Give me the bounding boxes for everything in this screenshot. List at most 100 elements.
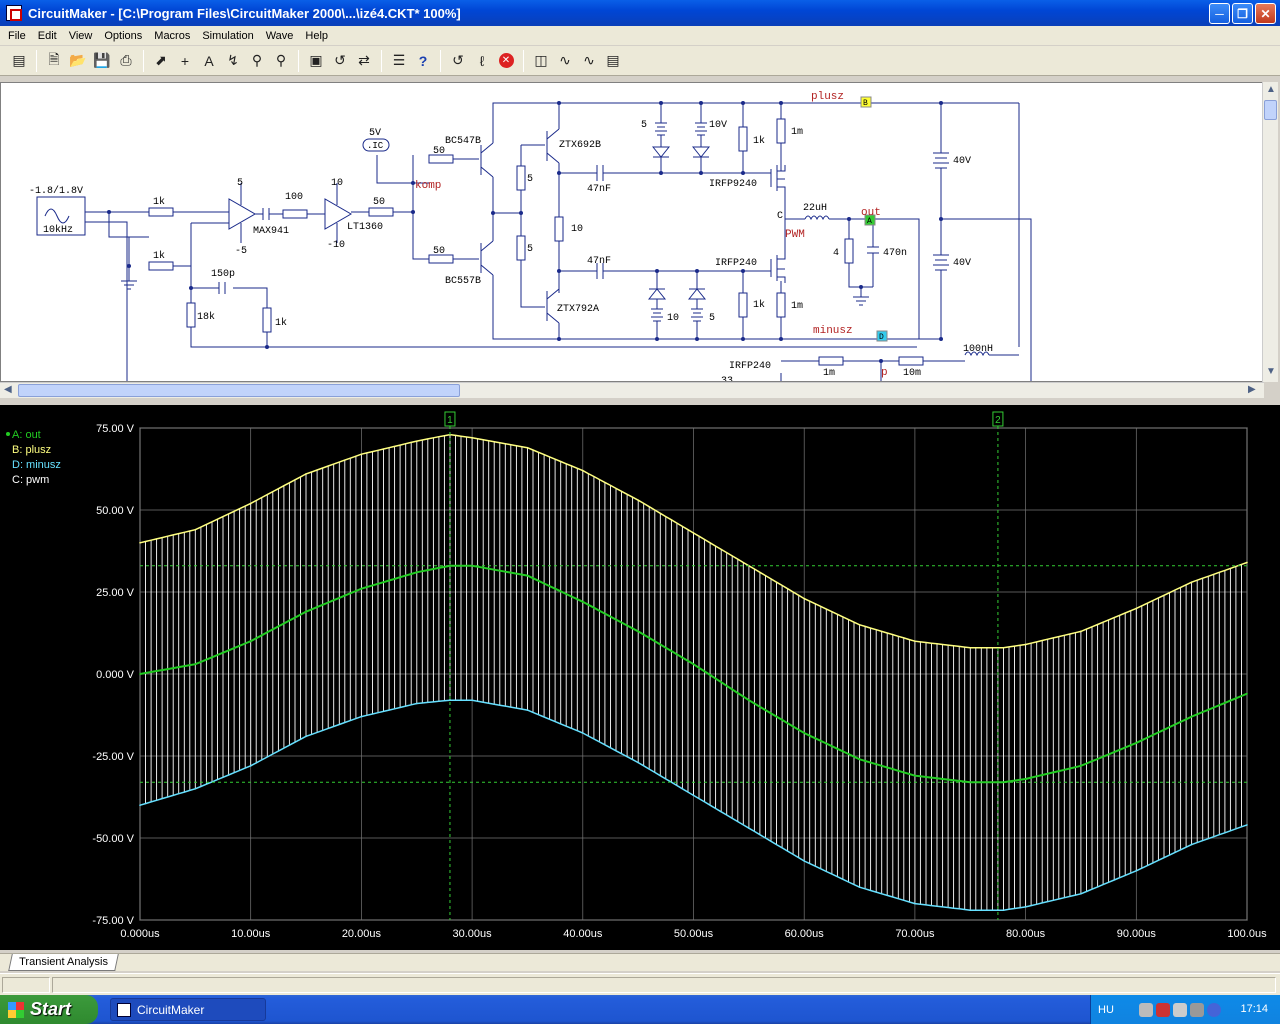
svg-text:1k: 1k — [753, 299, 765, 311]
waveform-plot: A: outB: pluszD: minuszC: pwm 0.000us 10.… — [6, 411, 1267, 940]
app-icon[interactable] — [6, 5, 22, 21]
schematic-vscroll[interactable]: ▲ ▼ — [1262, 82, 1278, 382]
scope-icon[interactable]: ▤ — [602, 50, 624, 72]
zoom-fit-icon[interactable]: ▣ — [305, 50, 327, 72]
svg-text:IRFP240: IRFP240 — [715, 258, 757, 269]
svg-text:C: C — [777, 211, 783, 222]
svg-text:40V: 40V — [953, 156, 971, 167]
series-point — [249, 502, 252, 505]
rotate-icon[interactable]: ↺ — [329, 50, 351, 72]
svg-text:plusz: plusz — [811, 91, 844, 103]
series-point — [1080, 892, 1082, 895]
legend-entry[interactable]: A: out — [12, 429, 41, 441]
svg-text:BC557B: BC557B — [445, 276, 481, 287]
tray-volume-icon[interactable] — [1173, 1002, 1187, 1017]
mirror-icon[interactable]: ⇄ — [353, 50, 375, 72]
new-icon[interactable]: 🗎 — [43, 50, 65, 72]
minimize-button[interactable]: ─ — [1209, 3, 1230, 24]
series-point — [305, 735, 307, 738]
tray-bluetooth-icon[interactable] — [1207, 1002, 1221, 1017]
print-icon[interactable]: ⎙ — [115, 50, 137, 72]
legend-entry[interactable]: D: minusz — [12, 459, 61, 471]
reset-icon[interactable]: ↺ — [447, 50, 469, 72]
start-button[interactable]: Start — [0, 995, 98, 1024]
menu-help[interactable]: Help — [299, 30, 334, 42]
save-icon[interactable]: 💾 — [91, 50, 113, 72]
menu-macros[interactable]: Macros — [148, 30, 196, 42]
zoom-icon[interactable]: ⚲ — [270, 50, 292, 72]
cursor-1-label: 1 — [447, 415, 453, 426]
waveform-icon[interactable]: ∿ — [554, 50, 576, 72]
series-point — [1135, 742, 1138, 744]
tray-device-icon[interactable] — [1190, 1002, 1204, 1017]
series-point — [803, 860, 805, 862]
tab-transient-analysis[interactable]: Transient Analysis — [8, 954, 119, 971]
netlist-icon[interactable]: ☰ — [388, 50, 410, 72]
system-tray: 17:14 — [1090, 995, 1280, 1024]
series-point — [415, 440, 418, 442]
y-tick-label: 0.000 V — [96, 669, 135, 681]
schematic-hscroll[interactable]: ◀ ▶ — [0, 382, 1264, 398]
text-icon[interactable]: A — [198, 50, 220, 72]
scroll-down-icon[interactable]: ▼ — [1266, 366, 1276, 377]
menu-simulation[interactable]: Simulation — [196, 30, 259, 42]
svg-text:LT1360: LT1360 — [347, 222, 383, 233]
vscroll-thumb[interactable] — [1264, 100, 1277, 120]
tray-shield-icon[interactable] — [1156, 1002, 1170, 1017]
language-indicator[interactable]: HU — [1098, 1004, 1114, 1016]
series-point — [748, 827, 750, 829]
restore-button[interactable]: ❐ — [1232, 3, 1253, 24]
svg-text:50: 50 — [433, 146, 445, 157]
step-icon[interactable]: ℓ — [471, 50, 493, 72]
menu-wave[interactable]: Wave — [260, 30, 300, 42]
x-tick-label: 40.00us — [563, 928, 603, 940]
scroll-up-icon[interactable]: ▲ — [1266, 84, 1276, 95]
series-point — [526, 709, 529, 711]
menu-file[interactable]: File — [2, 30, 32, 42]
svg-text:B: B — [863, 99, 868, 108]
scroll-left-icon[interactable]: ◀ — [4, 384, 12, 395]
series-point — [139, 673, 141, 675]
hscroll-thumb[interactable] — [18, 384, 460, 397]
svg-text:1m: 1m — [791, 301, 803, 312]
waveform2-icon[interactable]: ∿ — [578, 50, 600, 72]
schematic-canvas[interactable]: B A D -1.8/1.8V 10kHz 1k 1k 150p 18k 1k … — [0, 82, 1264, 382]
parts-icon[interactable]: ▤ — [8, 50, 30, 72]
stop-icon[interactable]: ✕ — [495, 50, 517, 72]
y-tick-label: -50.00 V — [92, 833, 134, 845]
menu-options[interactable]: Options — [98, 30, 148, 42]
series-point — [1002, 646, 1005, 649]
series-point — [1080, 630, 1082, 633]
window-title: CircuitMaker - [C:\Program Files\Circuit… — [28, 5, 461, 21]
probe-icon[interactable]: ⚲ — [246, 50, 268, 72]
svg-text:ZTX792A: ZTX792A — [557, 304, 599, 315]
active-trace-dot — [6, 432, 10, 436]
tray-network-icon[interactable] — [1139, 1002, 1153, 1017]
pointer-icon[interactable]: ⬈ — [150, 50, 172, 72]
taskbar: Start CircuitMaker 17:14 — [0, 995, 1280, 1024]
open-icon[interactable]: 📂 — [67, 50, 89, 72]
legend-entry[interactable]: C: pwm — [12, 474, 49, 486]
svg-text:minusz: minusz — [813, 325, 853, 337]
svg-text:10m: 10m — [903, 368, 921, 379]
series-point — [858, 624, 861, 626]
taskbar-item-circuitmaker[interactable]: CircuitMaker — [110, 998, 266, 1021]
wire-icon[interactable]: + — [174, 50, 196, 72]
lightning-icon[interactable]: ↯ — [222, 50, 244, 72]
scroll-right-icon[interactable]: ▶ — [1248, 384, 1256, 395]
menu-view[interactable]: View — [63, 30, 99, 42]
svg-text:p: p — [881, 367, 888, 379]
waveform-window[interactable]: A: out B: plusz D: minusz C: pwm 0.000us 10.… — [0, 405, 1280, 950]
analysis-icon[interactable]: ◫ — [530, 50, 552, 72]
legend-entry[interactable]: B: plusz — [12, 444, 51, 456]
clock[interactable]: 17:14 — [1240, 1003, 1268, 1015]
svg-text:470n: 470n — [883, 248, 907, 259]
menu-edit[interactable]: Edit — [32, 30, 63, 42]
svg-text:out: out — [861, 207, 881, 219]
x-tick-label: 20.00us — [342, 928, 382, 940]
svg-text:5: 5 — [237, 178, 243, 189]
svg-text:1k: 1k — [753, 135, 765, 147]
x-tick-label: 80.00us — [1006, 928, 1046, 940]
help-icon[interactable]: ? — [412, 50, 434, 72]
close-button[interactable]: ✕ — [1255, 3, 1276, 24]
